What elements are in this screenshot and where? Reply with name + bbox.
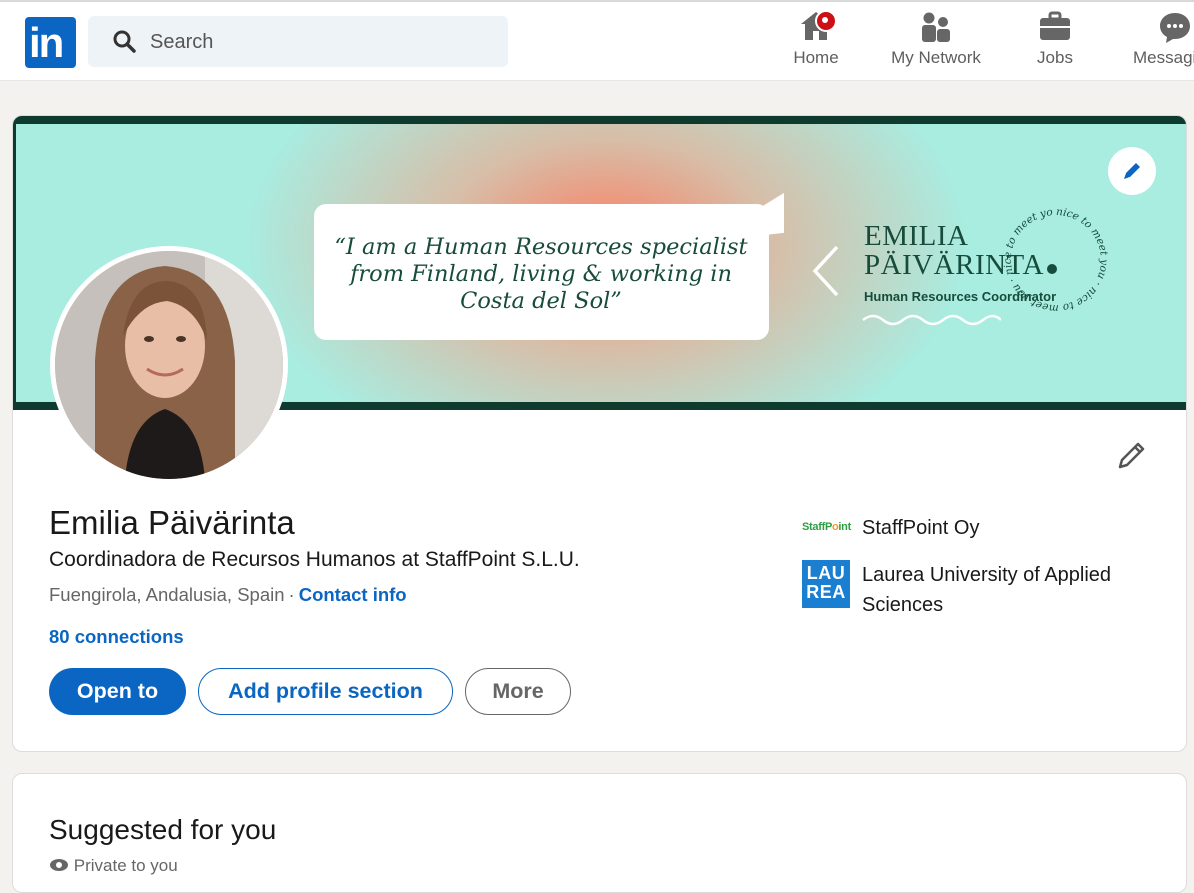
- profile-name: Emilia Päivärinta: [49, 504, 295, 541]
- connections-link[interactable]: 80 connections: [49, 626, 184, 648]
- ring-text-path: nice to meet you · nice to meet you · ni…: [993, 191, 1110, 314]
- top-navigation: in Home My Network Jobs: [0, 0, 1194, 81]
- nav-home-label: Home: [793, 48, 839, 67]
- network-icon: [883, 10, 989, 44]
- suggested-card: Suggested for you Private to you: [12, 773, 1187, 893]
- open-to-button[interactable]: Open to: [49, 668, 186, 715]
- logo-text: in: [29, 19, 64, 66]
- profile-photo[interactable]: [50, 246, 288, 484]
- laurea-logo: LAU REA: [802, 560, 850, 608]
- search-bar[interactable]: [88, 16, 508, 67]
- contact-info-link[interactable]: Contact info: [299, 584, 407, 605]
- suggested-subtitle-text: Private to you: [73, 856, 178, 875]
- nav-messaging[interactable]: Messaging: [1128, 10, 1194, 76]
- suggested-title: Suggested for you: [49, 814, 277, 845]
- nav-my-network[interactable]: My Network: [883, 10, 989, 76]
- more-button[interactable]: More: [465, 668, 571, 715]
- nav-messaging-label: Messaging: [1133, 48, 1194, 67]
- add-profile-section-button[interactable]: Add profile section: [198, 668, 453, 715]
- linkedin-logo[interactable]: in: [25, 17, 76, 68]
- svg-text:nice to meet you · nice to mee: nice to meet you · nice to meet you · ni…: [996, 200, 1110, 314]
- organization-name: StaffPoint Oy: [862, 517, 980, 539]
- nav-jobs[interactable]: Jobs: [1025, 10, 1085, 76]
- nav-jobs-label: Jobs: [1037, 48, 1073, 67]
- notification-badge: [815, 10, 837, 32]
- nav-network-label: My Network: [891, 48, 981, 67]
- banner-quote: “I am a Human Resources specialist from …: [334, 234, 748, 314]
- edit-intro-pencil-icon[interactable]: [1114, 439, 1148, 478]
- profile-location: Fuengirola, Andalusia, Spain: [49, 584, 285, 605]
- search-input[interactable]: [148, 24, 492, 60]
- messaging-icon: [1158, 10, 1194, 44]
- edit-banner-button[interactable]: [1108, 147, 1156, 195]
- profile-card: “I am a Human Resources specialist from …: [12, 115, 1187, 752]
- profile-location-row: Fuengirola, Andalusia, Spain · Contact inf…: [49, 584, 407, 606]
- nav-home[interactable]: Home: [786, 10, 846, 76]
- staffpoint-logo: StaffPoint: [802, 521, 851, 533]
- laurea-logo-line2: REA: [806, 582, 846, 602]
- wave-decoration: [861, 310, 1002, 335]
- circular-text-decoration: nice to meet you · nice to meet you · ni…: [993, 191, 1116, 325]
- organization-name: Laurea University of Applied Sciences: [862, 564, 1112, 616]
- search-icon: [112, 29, 136, 58]
- profile-photo-image: [55, 251, 283, 479]
- home-icon: [799, 10, 837, 42]
- briefcase-icon: [1025, 10, 1085, 42]
- profile-headline: Coordinadora de Recursos Humanos at Staf…: [49, 548, 580, 571]
- chevron-left-icon: [811, 244, 841, 303]
- location-separator: ·: [288, 584, 295, 605]
- eye-icon: [49, 856, 74, 875]
- laurea-logo-line1: LAU: [806, 563, 846, 583]
- suggested-subtitle: Private to you: [49, 856, 178, 876]
